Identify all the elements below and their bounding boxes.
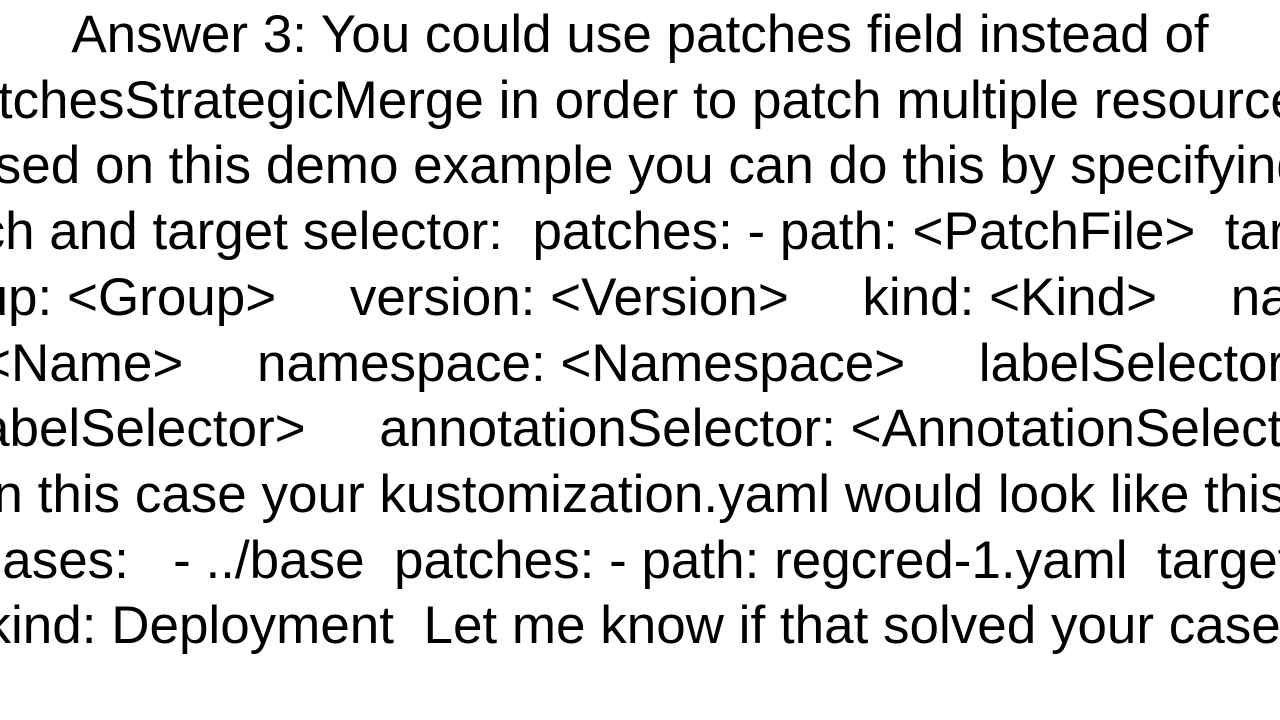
answer-text: Answer 3: You could use patches field in…	[0, 2, 1280, 659]
